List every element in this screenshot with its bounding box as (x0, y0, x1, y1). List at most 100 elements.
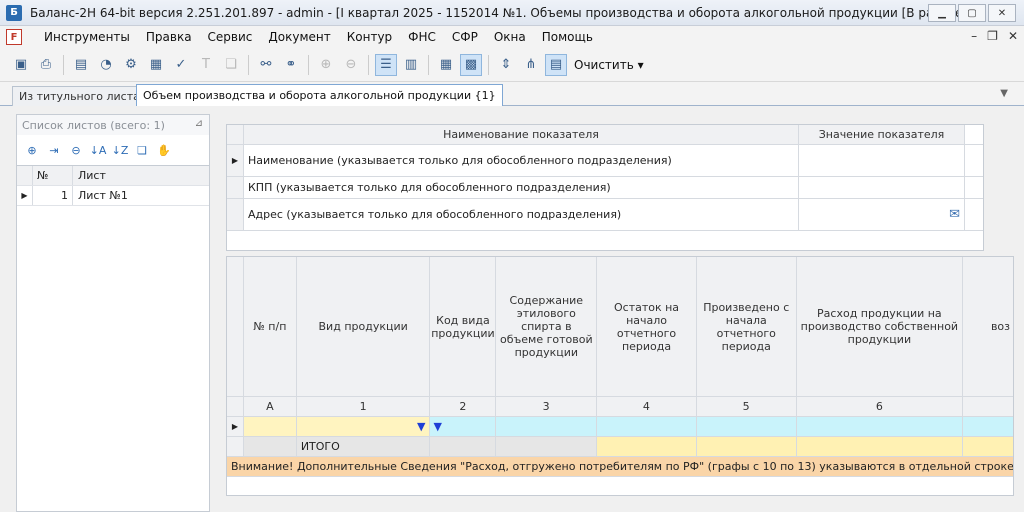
product-code-dropdown[interactable]: ▼ (430, 417, 497, 436)
menu-service[interactable]: Сервис (200, 30, 261, 44)
document-logo-icon[interactable]: F (6, 29, 22, 45)
calculator-icon[interactable]: ▦ (145, 54, 167, 76)
maximize-button[interactable]: ▢ (958, 4, 986, 22)
indicator-row: КПП (указывается только для обособленног… (227, 177, 983, 199)
cell-own-consumption[interactable] (796, 417, 964, 436)
production-table: № п/п Вид продукции Код вида продукции С… (226, 256, 1014, 496)
text-icon[interactable]: T (195, 54, 217, 76)
binoculars-next-icon[interactable]: ⚭ (280, 54, 302, 76)
mdi-restore-icon[interactable]: ❐ (987, 29, 998, 43)
indicator-name: КПП (указывается только для обособленног… (244, 177, 799, 198)
sheets-panel: Список листов (всего: 1) ⊿ ⊕ ⇥ ⊖ ↓A ↓Z ❏… (16, 114, 210, 512)
indicator-row: ▶ Наименование (указывается только для о… (227, 145, 983, 177)
product-type-dropdown[interactable]: ▼ (296, 417, 431, 436)
header-product-type: Вид продукции (297, 257, 431, 396)
header-returned: воз (990, 320, 1010, 333)
rows-view-icon[interactable]: ☰ (375, 53, 397, 76)
col-number: 5 (697, 397, 797, 416)
clear-dropdown[interactable]: Очистить ▾ (574, 58, 644, 72)
total-produced (696, 437, 797, 456)
total-returned (963, 437, 1013, 456)
clipboard-icon[interactable]: ▤ (70, 54, 92, 76)
table-icon[interactable]: ▦ (435, 54, 457, 76)
col-number: 4 (597, 397, 697, 416)
add-row-icon[interactable]: ⊕ (315, 54, 337, 76)
tab-scroll-down-icon[interactable]: ▼ (1000, 88, 1008, 99)
col-number: 2 (430, 397, 497, 416)
col-number: А (244, 397, 297, 416)
indicator-value-input[interactable] (799, 177, 965, 198)
tab-bar: Из титульного листа Объем производства и… (0, 82, 1024, 106)
remove-row-icon[interactable]: ⊖ (340, 54, 362, 76)
header-num: № п/п (244, 257, 297, 396)
menu-edit[interactable]: Правка (138, 30, 200, 44)
mdi-close-icon[interactable]: ✕ (1008, 29, 1018, 43)
gear-icon[interactable]: ⚙ (120, 54, 142, 76)
row-pointer-icon: ▶ (17, 186, 33, 205)
menu-kontur[interactable]: Контур (339, 30, 400, 44)
envelope-icon[interactable]: ✉ (949, 207, 960, 222)
indicator-value-input[interactable]: ✉ (799, 199, 965, 230)
menu-fns[interactable]: ФНС (400, 30, 444, 44)
menu-windows[interactable]: Окна (486, 30, 534, 44)
tab-title-sheet[interactable]: Из титульного листа (12, 86, 147, 106)
menu-bar: F Инструменты Правка Сервис Документ Кон… (0, 26, 1024, 48)
header-opening-balance: Остаток на начало отчетного периода (597, 257, 697, 396)
sheet-name: Лист №1 (78, 189, 128, 202)
dropdown-triangle-icon[interactable]: ▼ (433, 420, 441, 433)
row-pointer-icon: ▶ (227, 145, 244, 176)
copy-icon[interactable]: ❏ (220, 54, 242, 76)
menu-help[interactable]: Помощь (534, 30, 601, 44)
cell-produced[interactable] (696, 417, 797, 436)
toolbar: ▣ ⎙ ▤ ◔ ⚙ ▦ ✓ T ❏ ⚯ ⚭ ⊕ ⊖ ☰ ▥ ▦ ▩ ⇕ ⋔ ▤ … (0, 48, 1024, 82)
sheet-row[interactable]: ▶ 1 Лист №1 (17, 186, 209, 206)
binoculars-icon[interactable]: ⚯ (255, 54, 277, 76)
menu-tools[interactable]: Инструменты (36, 30, 138, 44)
col-number: 6 (797, 397, 964, 416)
menu-document[interactable]: Документ (260, 30, 338, 44)
col-number (963, 397, 1013, 416)
copy-sheet-icon[interactable]: ❏ (133, 141, 151, 159)
sort-asc-icon[interactable]: ↓A (89, 141, 107, 159)
warning-message: Внимание! Дополнительные Сведения "Расхо… (227, 457, 1013, 477)
app-icon: Б (6, 4, 22, 21)
cell-opening-balance[interactable] (597, 417, 697, 436)
cell-num[interactable] (243, 417, 297, 436)
insert-sheet-icon[interactable]: ⇥ (45, 141, 63, 159)
minimize-button[interactable]: ▁ (928, 4, 956, 22)
save-icon[interactable]: ▣ (10, 54, 32, 76)
menu-sfr[interactable]: СФР (444, 30, 486, 44)
indicators-table: Наименование показателя Значение показат… (226, 124, 984, 251)
cell-returned[interactable] (963, 417, 1013, 436)
print-icon[interactable]: ⎙ (35, 54, 57, 76)
sheet-num: 1 (33, 186, 73, 205)
indicator-name: Адрес (указывается только для обособленн… (244, 199, 799, 230)
mdi-minimize-icon[interactable]: – (971, 29, 977, 43)
total-label: ИТОГО (296, 437, 431, 456)
tree-icon[interactable]: ⋔ (520, 54, 542, 76)
check-icon[interactable]: ✓ (170, 54, 192, 76)
columns-view-icon[interactable]: ▥ (400, 54, 422, 76)
search-doc-icon[interactable]: ◔ (95, 54, 117, 76)
pin-icon[interactable]: ⊿ (195, 118, 203, 129)
total-row: ИТОГО (227, 437, 1013, 457)
add-sheet-icon[interactable]: ⊕ (23, 141, 41, 159)
total-own-consumption (796, 437, 964, 456)
tab-production-volume[interactable]: Объем производства и оборота алкогольной… (136, 84, 503, 106)
split-icon[interactable]: ⇕ (495, 54, 517, 76)
indicator-name: Наименование (указывается только для обо… (244, 145, 799, 176)
cell-ethanol[interactable] (496, 417, 598, 436)
table-highlight-icon[interactable]: ▩ (460, 53, 482, 76)
dropdown-triangle-icon[interactable]: ▼ (417, 420, 425, 433)
header-ethanol-content: Содержание этилового спирта в объеме гот… (496, 257, 598, 396)
header-product-code: Код вида продукции (430, 257, 497, 396)
grid-mode-icon[interactable]: ▤ (545, 53, 567, 76)
sort-desc-icon[interactable]: ↓Z (111, 141, 129, 159)
hand-icon[interactable]: ✋ (155, 141, 173, 159)
close-button[interactable]: ✕ (988, 4, 1016, 22)
indicator-value-input[interactable] (799, 145, 965, 176)
indicator-name-header: Наименование показателя (244, 125, 799, 144)
data-row: ▶ ▼ ▼ (227, 417, 1013, 437)
remove-sheet-icon[interactable]: ⊖ (67, 141, 85, 159)
title-bar: Б Баланс-2Н 64-bit версия 2.251.201.897 … (0, 0, 1024, 26)
